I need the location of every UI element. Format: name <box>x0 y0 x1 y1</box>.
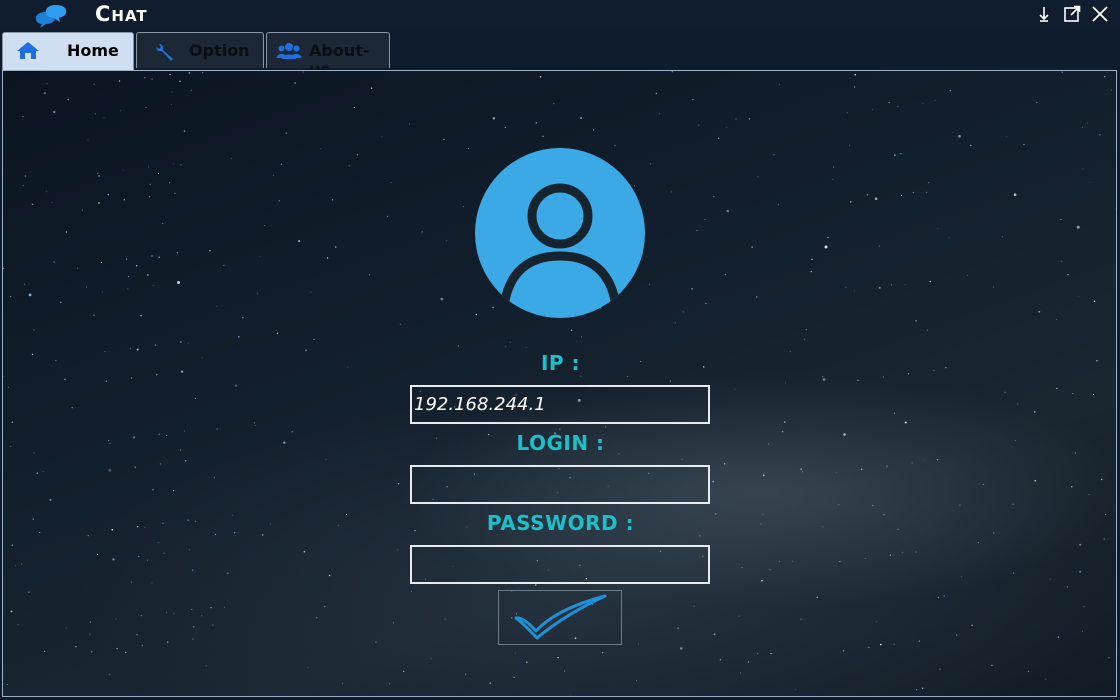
tab-home[interactable]: Home <box>2 32 134 70</box>
app-title: Chat <box>95 2 148 26</box>
ip-input[interactable] <box>410 385 710 424</box>
tab-option-label: Option <box>189 41 250 60</box>
minimize-icon[interactable] <box>1034 4 1054 24</box>
close-icon[interactable] <box>1090 4 1110 24</box>
home-panel: IP : LOGIN : PASSWORD : <box>2 70 1117 697</box>
users-icon <box>276 43 302 59</box>
title-bar: Chat <box>0 0 1120 30</box>
popout-icon[interactable] <box>1062 4 1082 24</box>
user-avatar-icon <box>475 148 645 318</box>
submit-button[interactable] <box>498 590 622 645</box>
checkmark-icon <box>514 594 607 640</box>
login-label: LOGIN : <box>516 431 605 455</box>
home-icon <box>17 42 39 59</box>
tab-option[interactable]: Option <box>136 32 264 68</box>
wrench-icon <box>156 44 173 61</box>
tab-home-label: Home <box>67 41 119 60</box>
app-window: Chat Home Option About- IP: 192.168.244… <box>0 0 1120 700</box>
password-input[interactable] <box>410 545 710 584</box>
password-label: PASSWORD : <box>486 511 635 535</box>
tab-about-us[interactable]: About-us <box>266 32 390 79</box>
chat-bubbles-icon <box>35 5 67 28</box>
ip-label: IP : <box>540 351 581 375</box>
login-input[interactable] <box>410 465 710 504</box>
